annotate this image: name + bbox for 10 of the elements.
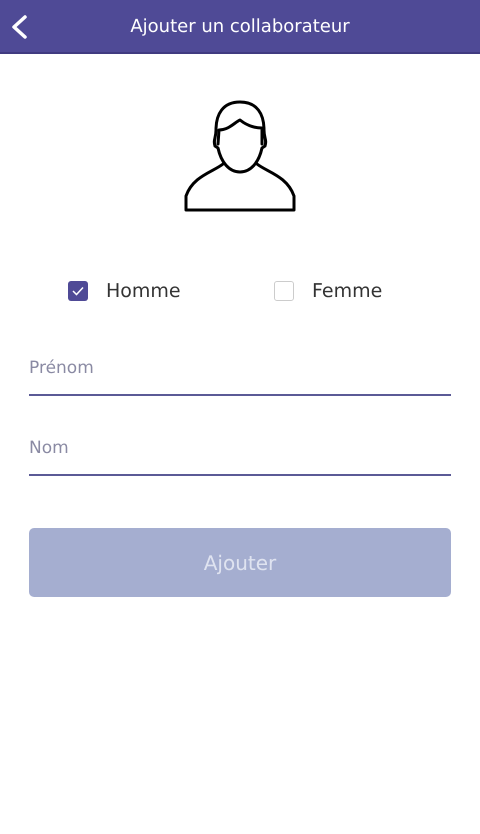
gender-option[interactable]: Femme [274, 280, 480, 302]
page-title: Ajouter un collaborateur [130, 16, 350, 36]
back-icon [10, 14, 28, 40]
check-icon [72, 286, 84, 296]
text-field[interactable]: Nom [29, 426, 451, 476]
person-silhouette-icon [183, 100, 297, 214]
checkbox[interactable] [68, 281, 88, 301]
text-field[interactable]: Prénom [29, 346, 451, 396]
checkbox[interactable] [274, 281, 294, 301]
gender-option[interactable]: Homme [68, 280, 274, 302]
